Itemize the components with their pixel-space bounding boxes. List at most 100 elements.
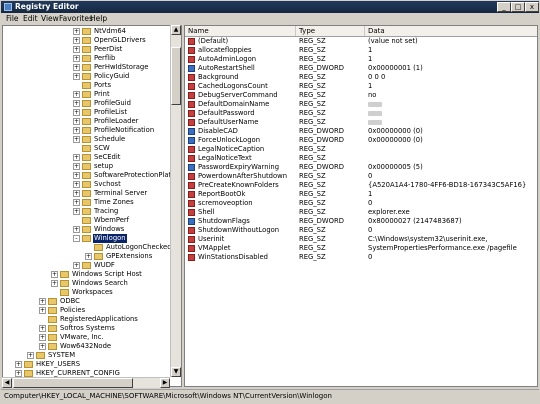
horizontal-scroll-thumb[interactable] [13,378,133,388]
collapse-icon[interactable]: - [73,235,80,242]
expand-icon[interactable]: + [39,343,46,350]
value-type: REG_SZ [299,226,326,234]
value-row[interactable]: Background REG_SZ 0 0 0 [185,73,537,82]
string-value-icon [188,146,195,153]
value-row[interactable]: DefaultUserName REG_SZ [185,118,537,127]
expand-icon[interactable]: + [73,118,80,125]
expand-icon[interactable]: + [73,127,80,134]
scroll-left-arrow-icon[interactable]: ◀ [2,378,12,388]
expand-icon[interactable]: + [73,199,80,206]
expand-icon[interactable]: + [73,181,80,188]
expand-icon[interactable]: + [73,226,80,233]
value-row[interactable]: ReportBootOk REG_SZ 1 [185,190,537,199]
title-bar[interactable]: Registry Editor _ □ x [1,1,539,13]
scroll-up-arrow-icon[interactable]: ▲ [171,25,181,35]
expand-icon[interactable]: + [73,37,80,44]
minimize-button[interactable]: _ [497,2,511,12]
value-row[interactable]: ForceUnlockLogon REG_DWORD 0x00000000 (0) [185,136,537,145]
expand-icon[interactable]: + [15,361,22,368]
value-row[interactable]: DebugServerCommand REG_SZ no [185,91,537,100]
value-row[interactable]: Userinit REG_SZ C:\Windows\system32\userin… [185,235,537,244]
list-header: Name Type Data [185,26,537,37]
maximize-button[interactable]: □ [511,2,525,12]
folder-icon [82,199,91,206]
expand-icon[interactable]: + [39,325,46,332]
expand-icon[interactable]: + [73,55,80,62]
registry-tree-pane[interactable]: + NtVdm64 + OpenGLDrivers + PeerDist + Perflib +… [2,25,182,387]
expand-icon[interactable]: + [73,28,80,35]
value-data [368,100,382,109]
value-row[interactable]: DefaultPassword REG_SZ [185,109,537,118]
tree-node-label: Windows Search [72,279,128,287]
vertical-scroll-thumb[interactable] [171,47,181,105]
folder-icon [82,127,91,134]
expand-icon[interactable]: + [73,109,80,116]
expand-icon[interactable]: + [73,64,80,71]
expand-icon[interactable]: + [73,172,80,179]
value-row[interactable]: LegalNoticeText REG_SZ [185,154,537,163]
value-row[interactable]: Shell REG_SZ explorer.exe [185,208,537,217]
string-value-icon [188,110,195,117]
value-row[interactable]: ShutdownFlags REG_DWORD 0x80000027 (214748… [185,217,537,226]
value-row[interactable]: AutoAdminLogon REG_SZ 1 [185,55,537,64]
close-button[interactable]: x [525,2,539,12]
expand-icon[interactable]: + [73,73,80,80]
expand-icon[interactable]: + [39,307,46,314]
expand-icon[interactable]: + [51,280,58,287]
expand-icon[interactable]: + [73,163,80,170]
value-name: DefaultPassword [198,109,255,117]
column-header-name[interactable]: Name [185,26,296,36]
menu-view[interactable]: View [41,13,59,24]
folder-icon [82,55,91,62]
value-row[interactable]: CachedLogonsCount REG_SZ 1 [185,82,537,91]
value-row[interactable]: DisableCAD REG_DWORD 0x00000000 (0) [185,127,537,136]
expand-icon[interactable]: + [73,262,80,269]
menu-edit[interactable]: Edit [23,13,38,24]
tree-node-label: Print [94,90,110,98]
expand-icon[interactable]: + [39,298,46,305]
expand-icon[interactable]: + [73,190,80,197]
column-header-type[interactable]: Type [296,26,365,36]
menu-favorites[interactable]: Favorites [59,13,93,24]
expand-icon[interactable]: + [73,91,80,98]
value-row[interactable]: scremoveoption REG_SZ 0 [185,199,537,208]
string-value-icon [188,191,195,198]
value-row[interactable]: WinStationsDisabled REG_SZ 0 [185,253,537,262]
expand-icon[interactable]: + [51,271,58,278]
expand-icon[interactable]: + [73,136,80,143]
scroll-right-arrow-icon[interactable]: ▶ [160,378,170,388]
value-row[interactable]: DefaultDomainName REG_SZ [185,100,537,109]
expand-icon[interactable]: + [15,370,22,377]
folder-icon [82,82,91,89]
value-row[interactable]: PasswordExpiryWarning REG_DWORD 0x00000005… [185,163,537,172]
value-row[interactable]: LegalNoticeCaption REG_SZ [185,145,537,154]
expand-icon[interactable]: + [27,352,34,359]
value-type: REG_SZ [299,208,326,216]
expand-icon[interactable]: + [73,154,80,161]
values-list-pane[interactable]: Name Type Data (Default) REG_SZ (value not… [184,25,538,387]
scroll-down-arrow-icon[interactable]: ▼ [171,367,181,377]
value-row[interactable]: (Default) REG_SZ (value not set) [185,37,537,46]
expand-icon[interactable]: + [39,334,46,341]
value-row[interactable]: AutoRestartShell REG_DWORD 0x00000001 (1) [185,64,537,73]
string-value-icon [188,56,195,63]
value-row[interactable]: ShutdownWithoutLogon REG_SZ 0 [185,226,537,235]
value-name: LegalNoticeCaption [198,145,265,153]
tree-node-label: Wow6432Node [60,342,112,350]
expand-icon[interactable]: + [85,253,92,260]
value-type: REG_SZ [299,235,326,243]
value-row[interactable]: allocatefloppies REG_SZ 1 [185,46,537,55]
tree-vertical-scrollbar[interactable]: ▲ ▼ [170,25,181,377]
value-row[interactable]: PowerdownAfterShutdown REG_SZ 0 [185,172,537,181]
tree-horizontal-scrollbar[interactable]: ◀ ▶ [2,377,170,388]
value-row[interactable]: PreCreateKnownFolders REG_SZ {A520A1A4-178… [185,181,537,190]
expand-icon[interactable]: + [73,100,80,107]
value-type: REG_SZ [299,145,326,153]
folder-icon [82,118,91,125]
menu-file[interactable]: File [6,13,19,24]
value-row[interactable]: VMApplet REG_SZ SystemPropertiesPerformanc… [185,244,537,253]
column-header-data[interactable]: Data [365,26,537,36]
expand-icon[interactable]: + [73,46,80,53]
menu-help[interactable]: Help [90,13,107,24]
expand-icon[interactable]: + [73,208,80,215]
